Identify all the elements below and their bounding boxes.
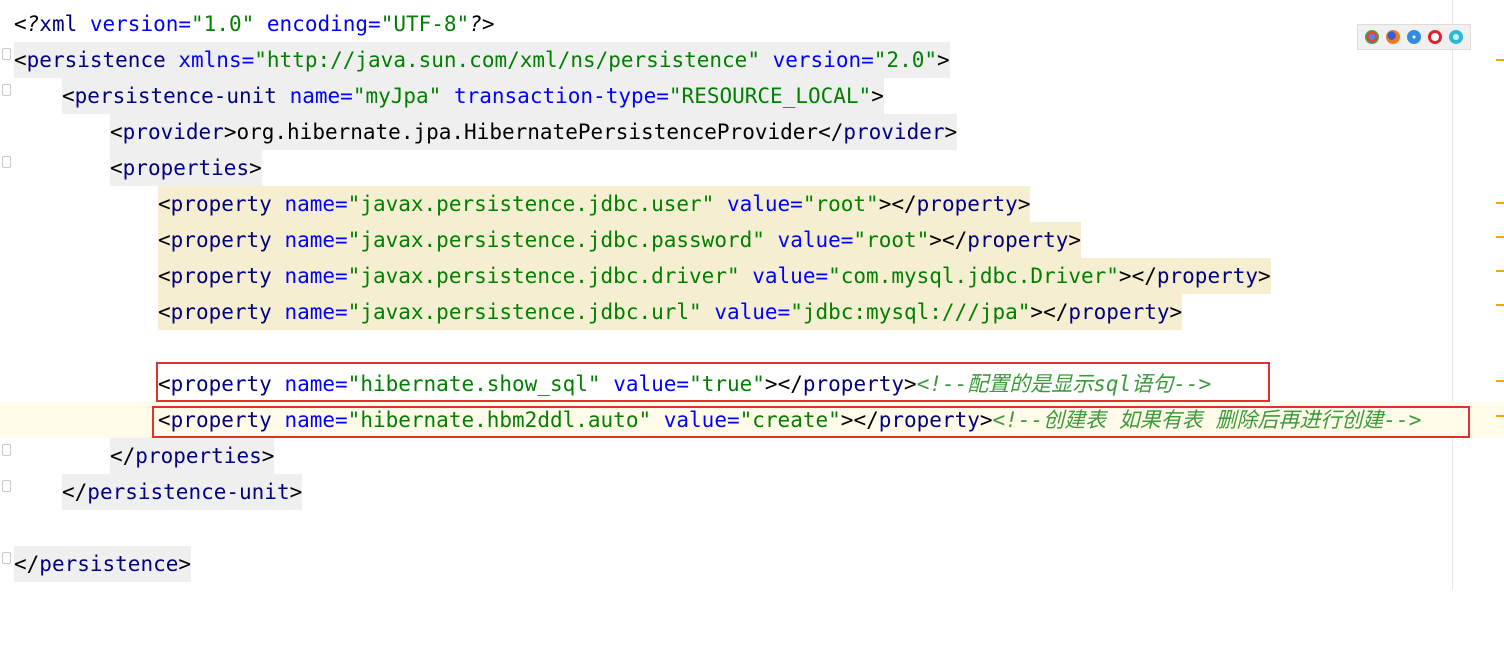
code-line-7: <property name="javax.persistence.jdbc.p… (14, 222, 1082, 258)
browser-preview-bar (1357, 24, 1471, 50)
highlight-box-show-sql (156, 362, 1270, 402)
chrome-icon[interactable] (1365, 30, 1380, 44)
scroll-marker (1496, 415, 1504, 417)
scroll-marker (1496, 202, 1504, 204)
fold-marker-icon[interactable] (2, 552, 11, 564)
code-line-16: </persistence> (14, 546, 192, 582)
safari-icon[interactable] (1406, 30, 1421, 44)
code-line-5: <properties> (14, 150, 262, 186)
code-line-13: </properties> (14, 438, 275, 474)
opera-icon[interactable] (1427, 30, 1442, 44)
code-line-2: <persistence xmlns="http://java.sun.com/… (14, 42, 950, 78)
fold-marker-icon[interactable] (2, 156, 11, 168)
highlight-box-hbm2ddl (152, 406, 1470, 438)
code-line-14: </persistence-unit> (14, 474, 303, 510)
code-line-1: <?xml version="1.0" encoding="UTF-8"?> (14, 12, 495, 36)
code-line-4: <provider>org.hibernate.jpa.HibernatePer… (14, 114, 958, 150)
code-line-9: <property name="javax.persistence.jdbc.u… (14, 294, 1183, 330)
scroll-marker (1496, 380, 1504, 382)
code-line-3: <persistence-unit name="myJpa" transacti… (14, 78, 884, 114)
fold-marker-icon[interactable] (2, 84, 11, 96)
code-line-6: <property name="javax.persistence.jdbc.u… (14, 186, 1031, 222)
scroll-marker (1496, 270, 1504, 272)
code-editor[interactable]: <?xml version="1.0" encoding="UTF-8"?> <… (0, 0, 1504, 590)
ie-icon[interactable] (1448, 30, 1463, 44)
fold-marker-icon[interactable] (2, 48, 11, 60)
scroll-marker (1496, 304, 1504, 306)
scroll-marker (1496, 59, 1504, 61)
code-line-8: <property name="javax.persistence.jdbc.d… (14, 258, 1271, 294)
scroll-marker (1496, 236, 1504, 238)
code-line-11: <property name="hibernate.show_sql" valu… (158, 372, 1212, 396)
firefox-icon[interactable] (1386, 30, 1401, 44)
